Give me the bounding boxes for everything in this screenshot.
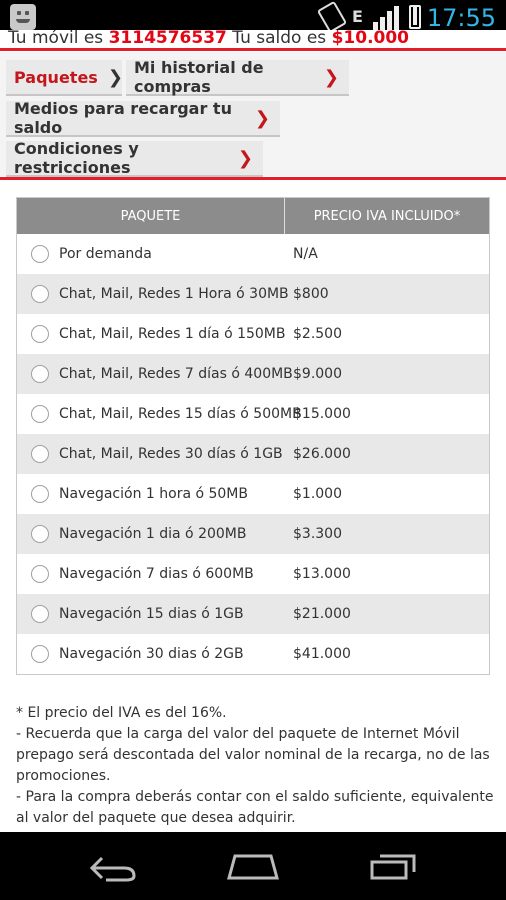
balance-middle: Tu saldo es xyxy=(226,30,332,48)
table-row[interactable]: Chat, Mail, Redes 1 Hora ó 30MB $800 xyxy=(17,274,489,314)
table-header: PAQUETE PRECIO IVA INCLUIDO* xyxy=(17,198,489,234)
table-row[interactable]: Chat, Mail, Redes 30 días ó 1GB $26.000 xyxy=(17,434,489,474)
chevron-right-icon: ❯ xyxy=(237,147,253,169)
package-cell: Navegación 30 dias ó 2GB xyxy=(17,645,293,663)
vibrate-icon xyxy=(316,0,348,34)
package-price: $9.000 xyxy=(293,366,342,382)
packages-table: PAQUETE PRECIO IVA INCLUIDO* Por demanda… xyxy=(16,197,490,675)
phone-number: 3114576537 xyxy=(108,30,227,48)
recent-apps-icon[interactable] xyxy=(370,854,416,880)
condiciones-label: Condiciones y restricciones xyxy=(14,139,139,177)
package-radio[interactable] xyxy=(31,245,49,263)
package-name: Chat, Mail, Redes 7 días ó 400MB xyxy=(59,366,293,382)
package-name: Navegación 15 dias ó 1GB xyxy=(59,606,244,622)
table-row[interactable]: Chat, Mail, Redes 1 día ó 150MB $2.500 xyxy=(17,314,489,354)
package-name: Chat, Mail, Redes 30 días ó 1GB xyxy=(59,446,283,462)
package-price: $15.000 xyxy=(293,406,351,422)
network-type-icon: E xyxy=(352,7,363,26)
table-row[interactable]: Chat, Mail, Redes 15 días ó 500MB $15.000 xyxy=(17,394,489,434)
package-radio[interactable] xyxy=(31,645,49,663)
chevron-down-icon: ❯ xyxy=(107,66,123,88)
package-radio[interactable] xyxy=(31,285,49,303)
historial-button[interactable]: Mi historial de compras ❯ xyxy=(126,58,349,96)
paquetes-button[interactable]: Paquetes ❯ xyxy=(6,60,123,96)
package-price: N/A xyxy=(293,246,318,262)
home-icon[interactable] xyxy=(227,854,279,880)
divider-top xyxy=(0,48,506,51)
package-price: $1.000 xyxy=(293,486,342,502)
table-row[interactable]: Navegación 1 hora ó 50MB $1.000 xyxy=(17,474,489,514)
historial-label: Mi historial de compras xyxy=(134,58,264,96)
package-name: Chat, Mail, Redes 15 días ó 500MB xyxy=(59,406,302,422)
package-name: Navegación 1 hora ó 50MB xyxy=(59,486,248,502)
package-radio[interactable] xyxy=(31,365,49,383)
table-row[interactable]: Navegación 30 dias ó 2GB $41.000 xyxy=(17,634,489,674)
table-row[interactable]: Navegación 7 dias ó 600MB $13.000 xyxy=(17,554,489,594)
package-radio[interactable] xyxy=(31,485,49,503)
package-radio[interactable] xyxy=(31,445,49,463)
package-cell: Chat, Mail, Redes 1 día ó 150MB xyxy=(17,325,293,343)
package-cell: Por demanda xyxy=(17,245,293,263)
header-precio: PRECIO IVA INCLUIDO* xyxy=(313,208,461,224)
chevron-right-icon: ❯ xyxy=(323,66,339,88)
package-cell: Navegación 1 hora ó 50MB xyxy=(17,485,293,503)
divider-bottom xyxy=(0,177,506,180)
system-nav-bar xyxy=(0,832,506,900)
balance-amount: $10.000 xyxy=(331,30,410,48)
package-radio[interactable] xyxy=(31,405,49,423)
package-cell: Chat, Mail, Redes 15 días ó 500MB xyxy=(17,405,302,423)
package-price: $800 xyxy=(293,286,329,302)
package-price: $3.300 xyxy=(293,526,342,542)
chevron-right-icon: ❯ xyxy=(254,107,270,129)
package-cell: Navegación 15 dias ó 1GB xyxy=(17,605,293,623)
package-name: Navegación 30 dias ó 2GB xyxy=(59,646,244,662)
note-recarga: - Recuerda que la carga del valor del pa… xyxy=(16,726,490,784)
package-cell: Navegación 7 dias ó 600MB xyxy=(17,565,293,583)
package-name: Chat, Mail, Redes 1 Hora ó 30MB xyxy=(59,286,289,302)
package-price: $21.000 xyxy=(293,606,351,622)
package-cell: Navegación 1 dia ó 200MB xyxy=(17,525,293,543)
package-cell: Chat, Mail, Redes 7 días ó 400MB xyxy=(17,365,293,383)
header-paquete: PAQUETE xyxy=(17,198,285,234)
package-price: $13.000 xyxy=(293,566,351,582)
package-name: Navegación 7 dias ó 600MB xyxy=(59,566,254,582)
medios-button[interactable]: Medios para recargar tu saldo ❯ xyxy=(6,99,280,137)
app-notification-icon xyxy=(10,4,36,30)
package-radio[interactable] xyxy=(31,605,49,623)
package-radio[interactable] xyxy=(31,325,49,343)
package-price: $41.000 xyxy=(293,646,351,662)
paquetes-label: Paquetes xyxy=(14,67,98,87)
table-row[interactable]: Navegación 1 dia ó 200MB $3.300 xyxy=(17,514,489,554)
package-price: $26.000 xyxy=(293,446,351,462)
package-radio[interactable] xyxy=(31,525,49,543)
table-row[interactable]: Navegación 15 dias ó 1GB $21.000 xyxy=(17,594,489,634)
table-row[interactable]: Por demanda N/A xyxy=(17,234,489,274)
package-name: Chat, Mail, Redes 1 día ó 150MB xyxy=(59,326,286,342)
status-icons: E xyxy=(316,0,421,34)
signal-icon xyxy=(372,4,399,30)
package-cell: Chat, Mail, Redes 1 Hora ó 30MB xyxy=(17,285,293,303)
medios-label: Medios para recargar tu saldo xyxy=(14,99,232,137)
condiciones-button[interactable]: Condiciones y restricciones ❯ xyxy=(6,139,263,177)
note-saldo: - Para la compra deberás contar con el s… xyxy=(16,789,494,826)
balance-info: Tu móvil es 3114576537 Tu saldo es $10.0… xyxy=(0,30,506,50)
package-cell: Chat, Mail, Redes 30 días ó 1GB xyxy=(17,445,293,463)
package-name: Por demanda xyxy=(59,246,152,262)
back-icon[interactable] xyxy=(88,854,138,882)
package-price: $2.500 xyxy=(293,326,342,342)
battery-icon xyxy=(408,5,421,29)
note-iva: * El precio del IVA es del 16%. xyxy=(16,705,227,721)
table-row[interactable]: Chat, Mail, Redes 7 días ó 400MB $9.000 xyxy=(17,354,489,394)
package-name: Navegación 1 dia ó 200MB xyxy=(59,526,247,542)
navigation-menu: Paquetes ❯ Mi historial de compras ❯ Med… xyxy=(0,52,506,177)
notes: * El precio del IVA es del 16%. - Recuer… xyxy=(16,703,494,829)
balance-prefix: Tu móvil es xyxy=(8,30,109,48)
package-radio[interactable] xyxy=(31,565,49,583)
